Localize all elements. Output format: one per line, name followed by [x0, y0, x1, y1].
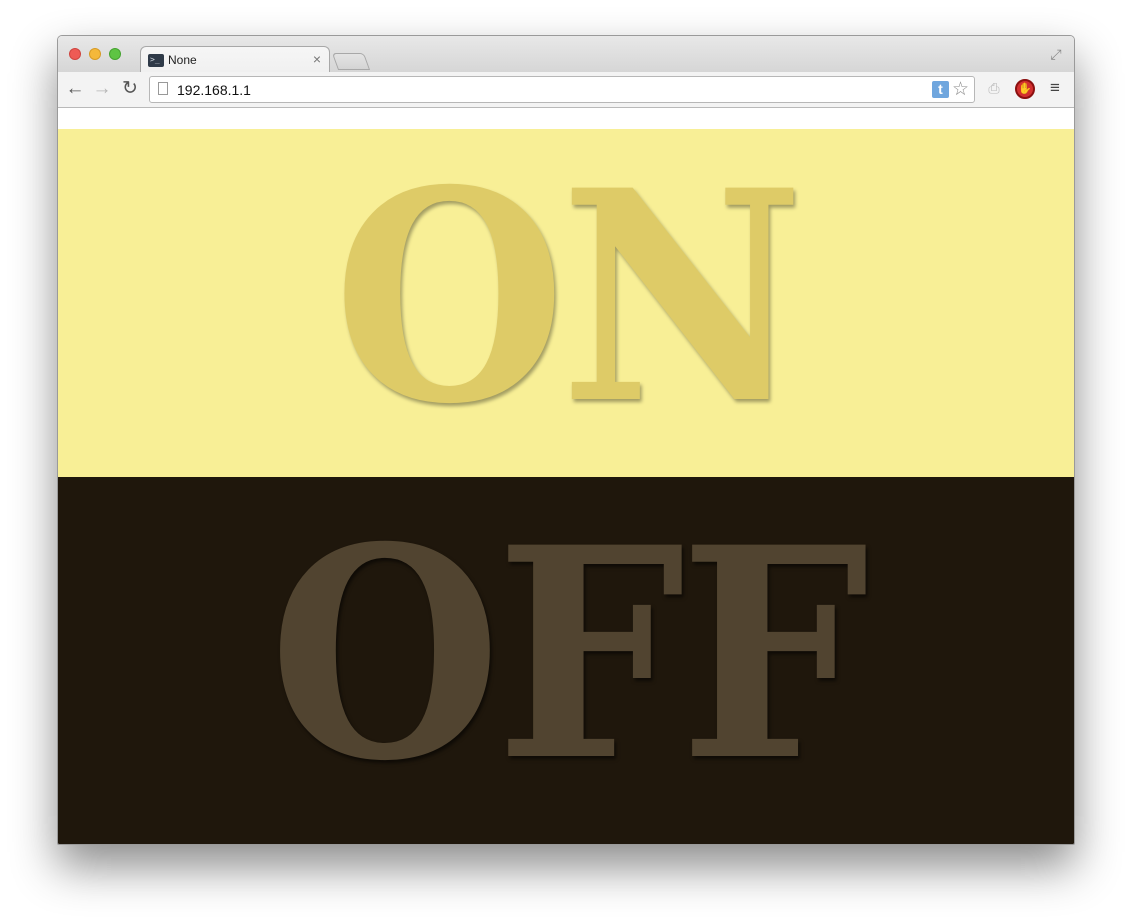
- title-bar: >_ None × ⤢: [58, 36, 1074, 73]
- browser-toolbar: ← → ↻ 192.168.1.1 t ☆ ⎙ ✋ ≡: [58, 72, 1074, 108]
- tab-title: None: [168, 53, 197, 67]
- menu-icon[interactable]: ≡: [1047, 79, 1063, 96]
- bookmark-star-icon[interactable]: ☆: [952, 78, 969, 101]
- adblock-icon[interactable]: ✋: [1015, 79, 1035, 99]
- fullscreen-icon[interactable]: ⤢: [1048, 46, 1064, 62]
- back-arrow-icon[interactable]: ←: [64, 78, 86, 100]
- url-text[interactable]: 192.168.1.1: [177, 82, 251, 98]
- reload-icon[interactable]: ↻: [119, 78, 141, 100]
- page-icon: [158, 82, 168, 95]
- terminal-icon: >_: [148, 54, 164, 67]
- forward-arrow-icon[interactable]: →: [91, 78, 113, 100]
- maximize-window-button[interactable]: [109, 48, 121, 60]
- extension-t-icon[interactable]: t: [932, 81, 949, 98]
- browser-window: >_ None × ⤢ ← → ↻ 192.168.1.1 t ☆ ⎙ ✋ ≡ …: [57, 35, 1075, 845]
- off-button[interactable]: OFF: [58, 477, 1074, 844]
- tab-close-icon[interactable]: ×: [313, 51, 321, 67]
- off-label: OFF: [268, 484, 869, 825]
- page-content: ON OFF: [58, 108, 1074, 844]
- new-tab-button[interactable]: [331, 53, 371, 70]
- on-button[interactable]: ON: [58, 129, 1074, 477]
- printer-icon[interactable]: ⎙: [985, 81, 1003, 96]
- address-bar[interactable]: 192.168.1.1 t ☆: [149, 76, 975, 103]
- close-window-button[interactable]: [69, 48, 81, 60]
- minimize-window-button[interactable]: [89, 48, 101, 60]
- tab-active[interactable]: >_ None ×: [140, 46, 330, 73]
- on-label: ON: [333, 128, 804, 468]
